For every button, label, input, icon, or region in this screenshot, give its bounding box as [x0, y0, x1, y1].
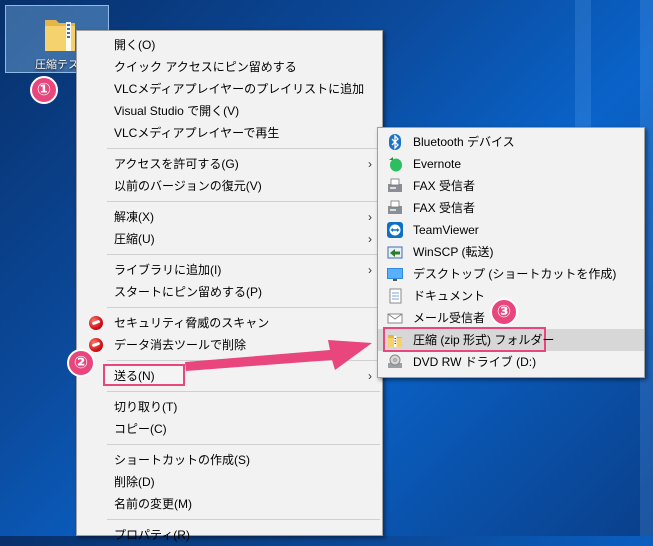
menu-item-delete[interactable]: 削除(D): [77, 471, 382, 493]
menu-item-label: データ消去ツールで削除: [114, 338, 247, 352]
dvd-drive-icon: [388, 354, 402, 368]
send-to-bluetooth[interactable]: Bluetooth デバイス: [378, 131, 644, 153]
menu-item-label: 解凍(X): [114, 210, 154, 224]
send-to-zip-folder[interactable]: 圧縮 (zip 形式) フォルダー: [378, 327, 644, 352]
menu-item-vlc-playlist[interactable]: VLCメディアプレイヤーのプレイリストに追加: [77, 78, 382, 100]
submenu-item-label: FAX 受信者: [413, 201, 476, 215]
send-to-fax-2[interactable]: FAX 受信者: [378, 197, 644, 219]
zip-folder-icon: [388, 335, 402, 347]
evernote-icon: [389, 157, 402, 172]
teamviewer-icon: [387, 222, 403, 238]
menu-item-label: 圧縮(U): [114, 232, 155, 246]
menu-item-give-access[interactable]: アクセスを許可する(G) ›: [77, 153, 382, 175]
menu-separator: [107, 360, 380, 361]
submenu-item-label: FAX 受信者: [413, 179, 476, 193]
desktop-icon: [387, 268, 403, 281]
menu-item-label: ライブラリに追加(I): [114, 263, 222, 277]
mail-icon: [387, 313, 403, 324]
documents-icon: [389, 288, 402, 304]
submenu-item-label: デスクトップ (ショートカットを作成): [413, 267, 617, 281]
chevron-right-icon: ›: [368, 157, 372, 171]
security-scan-icon: [89, 316, 103, 330]
winscp-icon: [387, 246, 403, 259]
menu-separator: [107, 444, 380, 445]
menu-item-rename[interactable]: 名前の変更(M): [77, 493, 382, 515]
send-to-evernote[interactable]: Evernote: [378, 153, 644, 175]
menu-item-properties[interactable]: プロパティ(R): [77, 524, 382, 546]
menu-separator: [107, 519, 380, 520]
menu-item-open-visual-studio[interactable]: Visual Studio で開く(V): [77, 100, 382, 122]
menu-item-security-scan[interactable]: セキュリティ脅威のスキャン: [77, 312, 382, 334]
send-to-dvd-drive[interactable]: DVD RW ドライブ (D:): [378, 351, 644, 373]
menu-item-vlc-play[interactable]: VLCメディアプレイヤーで再生: [77, 122, 382, 144]
menu-item-label: 送る(N): [114, 369, 155, 383]
submenu-item-label: メール受信者: [413, 311, 486, 325]
send-to-teamviewer[interactable]: TeamViewer: [378, 219, 644, 241]
menu-item-compress[interactable]: 圧縮(U) ›: [77, 228, 382, 250]
menu-separator: [107, 201, 380, 202]
menu-item-label: セキュリティ脅威のスキャン: [114, 316, 270, 330]
chevron-right-icon: ›: [368, 210, 372, 224]
context-menu: 開く(O) クイック アクセスにピン留めする VLCメディアプレイヤーのプレイリ…: [76, 30, 383, 542]
menu-item-add-to-library[interactable]: ライブラリに追加(I) ›: [77, 259, 382, 281]
callout-badge-2: ②: [67, 349, 95, 377]
menu-item-send-to[interactable]: 送る(N) ›: [77, 364, 382, 387]
menu-separator: [107, 391, 380, 392]
menu-item-pin-quick-access[interactable]: クイック アクセスにピン留めする: [77, 56, 382, 78]
menu-item-pin-start[interactable]: スタートにピン留めする(P): [77, 281, 382, 303]
menu-item-create-shortcut[interactable]: ショートカットの作成(S): [77, 449, 382, 471]
fax-icon: [388, 200, 402, 214]
data-shredder-icon: [89, 338, 103, 352]
submenu-item-label: ドキュメント: [413, 289, 486, 303]
chevron-right-icon: ›: [368, 232, 372, 246]
folder-zip-icon: [45, 20, 75, 51]
menu-separator: [107, 148, 380, 149]
menu-separator: [107, 254, 380, 255]
bluetooth-icon: [389, 134, 401, 150]
menu-separator: [107, 307, 380, 308]
send-to-fax-1[interactable]: FAX 受信者: [378, 175, 644, 197]
menu-item-restore-versions[interactable]: 以前のバージョンの復元(V): [77, 175, 382, 197]
send-to-desktop[interactable]: デスクトップ (ショートカットを作成): [378, 263, 644, 285]
submenu-item-label: 圧縮 (zip 形式) フォルダー: [413, 333, 555, 347]
submenu-item-label: Evernote: [413, 157, 462, 171]
submenu-item-label: Bluetooth デバイス: [413, 135, 515, 149]
callout-badge-1: ①: [30, 76, 58, 104]
menu-item-data-shredder[interactable]: データ消去ツールで削除: [77, 334, 382, 356]
fax-icon: [388, 178, 402, 192]
send-to-submenu: Bluetooth デバイス Evernote FAX 受信者 FAX 受信者 …: [377, 127, 645, 378]
menu-item-copy[interactable]: コピー(C): [77, 418, 382, 440]
menu-item-cut[interactable]: 切り取り(T): [77, 396, 382, 418]
menu-item-extract[interactable]: 解凍(X) ›: [77, 206, 382, 228]
send-to-winscp[interactable]: WinSCP (転送): [378, 241, 644, 263]
submenu-item-label: WinSCP (転送): [413, 245, 494, 259]
menu-item-open[interactable]: 開く(O): [77, 34, 382, 56]
submenu-item-label: DVD RW ドライブ (D:): [413, 355, 537, 369]
submenu-item-label: TeamViewer: [413, 223, 479, 237]
menu-item-label: アクセスを許可する(G): [114, 157, 239, 171]
callout-badge-3: ③: [490, 298, 518, 326]
chevron-right-icon: ›: [368, 263, 372, 277]
chevron-right-icon: ›: [368, 369, 372, 383]
